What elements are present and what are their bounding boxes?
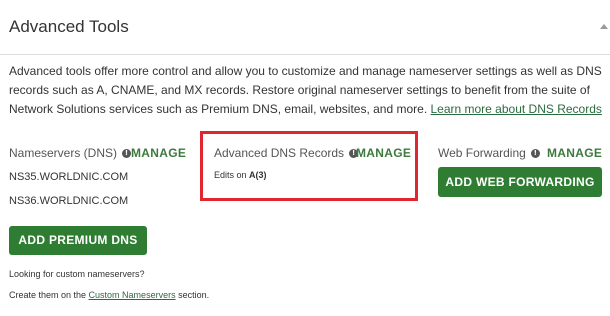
description-paragraph: Advanced tools offer more control and al… <box>9 62 605 119</box>
info-icon[interactable]: ! <box>122 148 132 158</box>
advanced-dns-edits: Edits on A(3) <box>214 170 267 180</box>
edits-prefix: Edits on <box>214 170 250 180</box>
section-title: Advanced Tools <box>9 17 129 36</box>
add-web-forwarding-button[interactable]: ADD WEB FORWARDING <box>438 167 602 197</box>
nameservers-label: Nameservers (DNS) ! <box>9 146 132 160</box>
advanced-dns-manage-button[interactable]: MANAGE <box>356 146 411 160</box>
nameserver-value-1: NS35.WORLDNIC.COM <box>9 171 129 183</box>
footer-line-1: Looking for custom nameservers? <box>9 269 145 279</box>
web-forwarding-label-text: Web Forwarding <box>438 146 526 160</box>
custom-nameservers-link[interactable]: Custom Nameservers <box>89 290 176 300</box>
learn-more-dns-link[interactable]: Learn more about DNS Records <box>430 102 601 116</box>
footer-line-2-suffix: section. <box>175 290 210 300</box>
edits-value: A(3) <box>249 170 267 180</box>
highlight-box <box>200 131 418 201</box>
section-header: Advanced Tools <box>0 0 610 55</box>
nameservers-manage-button[interactable]: MANAGE <box>131 146 186 160</box>
advanced-dns-label-text: Advanced DNS Records <box>214 146 345 160</box>
info-icon[interactable]: ! <box>530 148 540 158</box>
footer-line-2-prefix: Create them on the <box>9 290 89 300</box>
web-forwarding-label: Web Forwarding ! <box>438 146 540 160</box>
nameservers-label-text: Nameservers (DNS) <box>9 146 118 160</box>
add-premium-dns-button[interactable]: ADD PREMIUM DNS <box>9 226 147 255</box>
scroll-up-arrow-icon[interactable] <box>600 24 608 29</box>
footer-line-2: Create them on the Custom Nameservers se… <box>9 290 209 300</box>
advanced-dns-label: Advanced DNS Records ! <box>214 146 359 160</box>
web-forwarding-manage-button[interactable]: MANAGE <box>547 146 602 160</box>
nameserver-value-2: NS36.WORLDNIC.COM <box>9 195 129 207</box>
